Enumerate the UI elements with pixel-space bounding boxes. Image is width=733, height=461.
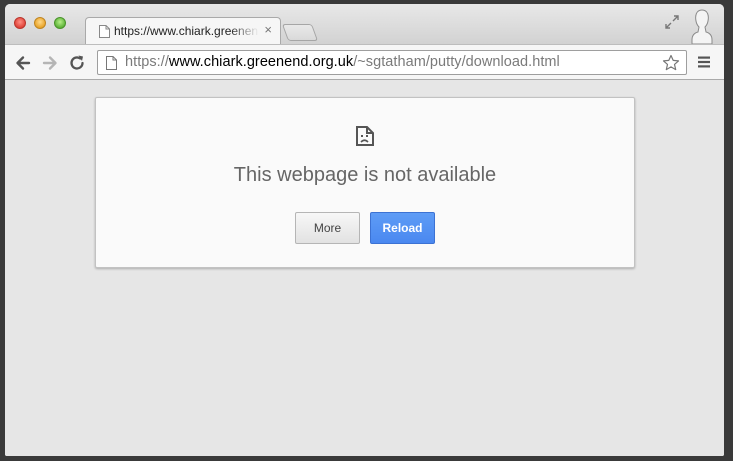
- fullscreen-icon[interactable]: [664, 14, 680, 30]
- tab-title: https://www.chiark.greenend.org.uk: [114, 24, 259, 38]
- url-host: www.chiark.greenend.org.uk: [168, 54, 354, 70]
- error-card: This webpage is not available More Reloa…: [95, 97, 635, 268]
- reload-button[interactable]: Reload: [370, 212, 435, 244]
- profile-avatar-icon[interactable]: [690, 8, 714, 45]
- arrow-right-icon[interactable]: [40, 53, 60, 73]
- browser-window: https://www.chiark.greenend.org.uk × htt…: [0, 0, 733, 461]
- arrow-left-icon[interactable]: [13, 53, 33, 73]
- star-icon[interactable]: [662, 54, 680, 72]
- reload-icon[interactable]: [67, 53, 87, 73]
- window-minimize-button[interactable]: [34, 17, 46, 29]
- new-tab-button[interactable]: [281, 24, 319, 41]
- page-icon: [106, 56, 117, 70]
- hamburger-icon[interactable]: [697, 55, 711, 69]
- page-content: This webpage is not available More Reloa…: [5, 80, 724, 456]
- tab-close-icon[interactable]: ×: [264, 22, 272, 37]
- more-button[interactable]: More: [295, 212, 360, 244]
- tab-active[interactable]: https://www.chiark.greenend.org.uk ×: [85, 17, 281, 45]
- error-title: This webpage is not available: [233, 164, 497, 186]
- window-close-button[interactable]: [14, 17, 26, 29]
- sad-page-icon: [356, 126, 374, 146]
- tab-strip: https://www.chiark.greenend.org.uk ×: [5, 4, 724, 45]
- address-bar[interactable]: https://www.chiark.greenend.org.uk/~sgta…: [97, 50, 687, 75]
- window-zoom-button[interactable]: [54, 17, 66, 29]
- url-scheme: https://: [125, 54, 169, 70]
- page-icon: [99, 25, 110, 38]
- address-url[interactable]: https://www.chiark.greenend.org.uk/~sgta…: [125, 54, 560, 70]
- toolbar: https://www.chiark.greenend.org.uk/~sgta…: [5, 44, 724, 80]
- url-path: /~sgtatham/putty/download.html: [353, 54, 560, 70]
- browser-frame: https://www.chiark.greenend.org.uk × htt…: [5, 4, 724, 456]
